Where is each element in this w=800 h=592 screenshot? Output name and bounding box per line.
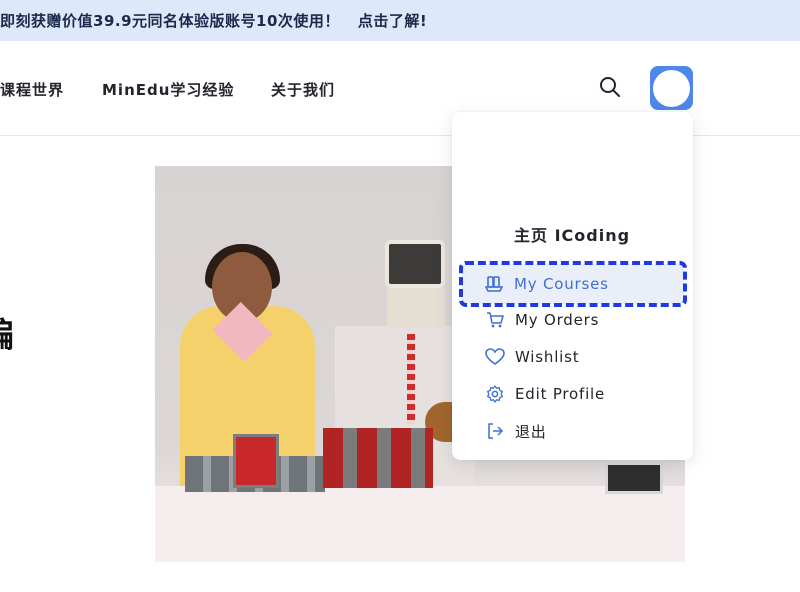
nav-item-about-us[interactable]: 关于我们 [271,79,335,100]
avatar [653,69,690,107]
menu-item-label: My Courses [514,275,609,293]
nav-item-course-world[interactable]: 课程世界 [0,79,64,100]
logout-icon [485,421,505,441]
promo-cta-link[interactable]: 点击了解! [358,10,427,31]
menu-item-logout[interactable]: 退出 [452,413,693,449]
main-nav: 课程世界 MinEdu学习经验 关于我们 [0,79,334,100]
menu-item-wishlist[interactable]: Wishlist [452,339,693,375]
menu-item-label: Wishlist [515,348,580,366]
menu-item-label: 退出 [515,422,547,441]
search-icon[interactable] [598,75,622,99]
menu-item-my-orders[interactable]: My Orders [452,302,693,338]
menu-item-label: My Orders [515,311,600,329]
gear-icon [485,384,505,404]
cart-icon [485,310,505,330]
nav-item-minedu-experience[interactable]: MinEdu学习经验 [102,79,234,100]
user-dropdown-menu: 主页 ICoding My Courses My Orders Wishlist… [452,112,693,460]
menu-item-my-courses[interactable]: My Courses [459,261,687,307]
avatar-button[interactable] [650,66,693,110]
courses-icon [484,274,504,294]
menu-item-edit-profile[interactable]: Edit Profile [452,376,693,412]
promo-text: 即刻获赠价值39.9元同名体验版账号10次使用！ [0,12,340,30]
promo-banner: 即刻获赠价值39.9元同名体验版账号10次使用！ 点击了解! [0,0,800,41]
menu-item-label: Edit Profile [515,385,606,403]
heart-icon [485,347,505,367]
menu-title[interactable]: 主页 ICoding [514,222,630,246]
hero-heading: 编 [0,308,14,357]
